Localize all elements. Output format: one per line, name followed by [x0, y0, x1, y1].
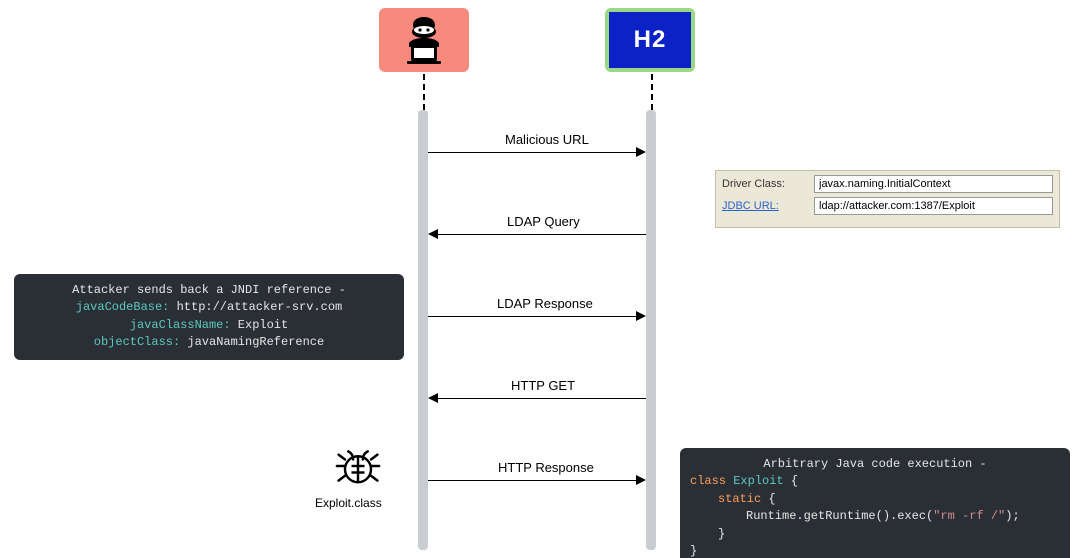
code-brace: }: [690, 543, 1060, 558]
note-title: Attacker sends back a JNDI reference -: [24, 282, 394, 299]
arrow-head-icon: [636, 147, 646, 157]
code-call: Runtime.getRuntime().exec(: [746, 509, 933, 523]
arrow-head-icon: [428, 393, 438, 403]
code-value: javaNamingReference: [187, 335, 324, 349]
code-call: );: [1005, 509, 1019, 523]
note-title: Arbitrary Java code execution -: [690, 456, 1060, 473]
hacker-icon: [397, 15, 451, 65]
code-value: Exploit: [238, 318, 288, 332]
message-label: LDAP Query: [507, 214, 580, 229]
message-label: HTTP Response: [498, 460, 594, 475]
driver-class-input[interactable]: [814, 175, 1053, 193]
h2-lifeline: [646, 110, 656, 550]
code-execution-note: Arbitrary Java code execution - class Ex…: [680, 448, 1070, 558]
arrow-head-icon: [428, 229, 438, 239]
code-value: http://attacker-srv.com: [177, 300, 343, 314]
code-key: javaCodeBase:: [76, 300, 170, 314]
code-keyword: static: [718, 492, 761, 506]
message-label: HTTP GET: [511, 378, 575, 393]
code-brace: {: [791, 474, 798, 488]
arrow-head-icon: [636, 311, 646, 321]
h2-actor: H2: [605, 8, 695, 72]
bug-icon: [332, 440, 384, 492]
jdbc-url-input[interactable]: [814, 197, 1053, 215]
code-string: "rm -rf /": [933, 509, 1005, 523]
table-row: JDBC URL:: [722, 197, 1053, 215]
jdbc-url-label[interactable]: JDBC URL:: [722, 200, 814, 212]
attacker-actor: [379, 8, 469, 72]
message-arrow: [428, 480, 636, 481]
message-arrow: [428, 152, 636, 153]
message-label: Malicious URL: [505, 132, 589, 147]
lifeline-connector: [651, 74, 653, 110]
arrow-head-icon: [636, 475, 646, 485]
message-arrow: [438, 234, 646, 235]
message-arrow: [438, 398, 646, 399]
code-brace: {: [768, 492, 775, 506]
h2-logo: H2: [609, 12, 691, 68]
attacker-lifeline: [418, 110, 428, 550]
code-classname: Exploit: [733, 474, 783, 488]
message-label: LDAP Response: [497, 296, 593, 311]
code-brace: }: [690, 526, 1060, 543]
code-key: objectClass:: [94, 335, 180, 349]
table-row: Driver Class:: [722, 175, 1053, 193]
code-keyword: class: [690, 474, 726, 488]
driver-class-label: Driver Class:: [722, 178, 814, 190]
message-arrow: [428, 316, 636, 317]
code-key: javaClassName:: [130, 318, 231, 332]
lifeline-connector: [423, 74, 425, 110]
connection-form: Driver Class: JDBC URL:: [715, 170, 1060, 228]
exploit-class-label: Exploit.class: [315, 496, 382, 510]
jndi-reference-note: Attacker sends back a JNDI reference - j…: [14, 274, 404, 360]
